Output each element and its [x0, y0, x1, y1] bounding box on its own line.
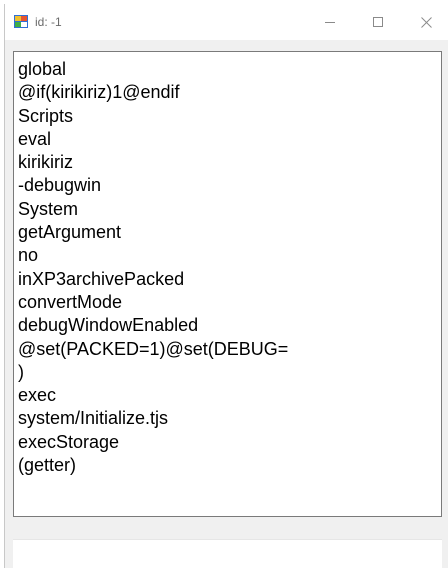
list-item[interactable]: global: [18, 58, 441, 81]
application-icon: [14, 15, 28, 28]
list-item[interactable]: inXP3archivePacked: [18, 268, 441, 291]
close-button[interactable]: [403, 4, 448, 40]
close-icon: [420, 16, 432, 28]
detail-text-panel[interactable]: [13, 539, 442, 572]
list-item[interactable]: ): [18, 361, 441, 384]
list-item[interactable]: -debugwin: [18, 174, 441, 197]
list-item[interactable]: (getter): [18, 454, 441, 477]
debug-window: id: -1 global @if(kirikiriz)1@endif Scri…: [4, 4, 448, 572]
minimize-icon: [325, 22, 335, 23]
minimize-button[interactable]: [307, 4, 353, 40]
list-item[interactable]: convertMode: [18, 291, 441, 314]
string-listbox[interactable]: global @if(kirikiriz)1@endif Scripts eva…: [13, 51, 442, 517]
list-item[interactable]: @set(PACKED=1)@set(DEBUG=: [18, 338, 441, 361]
list-item[interactable]: system/Initialize.tjs: [18, 407, 441, 430]
list-item[interactable]: debugWindowEnabled: [18, 314, 441, 337]
list-item[interactable]: Scripts: [18, 105, 441, 128]
list-item[interactable]: eval: [18, 128, 441, 151]
list-item[interactable]: System: [18, 198, 441, 221]
list-item[interactable]: kirikiriz: [18, 151, 441, 174]
window-title: id: -1: [35, 15, 62, 29]
list-item[interactable]: getArgument: [18, 221, 441, 244]
list-item[interactable]: execStorage: [18, 431, 441, 454]
list-item[interactable]: exec: [18, 384, 441, 407]
list-item[interactable]: @if(kirikiriz)1@endif: [18, 81, 441, 104]
title-bar[interactable]: id: -1: [5, 4, 448, 40]
maximize-button[interactable]: [355, 4, 401, 40]
list-item[interactable]: no: [18, 244, 441, 267]
maximize-icon: [373, 17, 383, 27]
